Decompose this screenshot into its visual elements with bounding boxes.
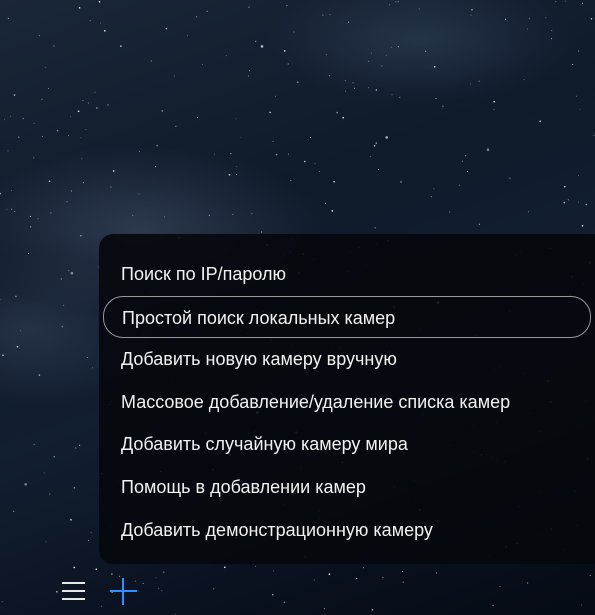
menu-item-label: Добавить случайную камеру мира — [121, 434, 408, 455]
bottom-toolbar — [0, 565, 595, 615]
menu-item-add-random-world-camera[interactable]: Добавить случайную камеру мира — [99, 423, 595, 466]
menu-item-label: Простой поиск локальных камер — [122, 307, 396, 328]
menu-item-label: Массовое добавление/удаление списка каме… — [121, 391, 511, 412]
add-camera-menu: Поиск по IP/паролю Простой поиск локальн… — [99, 234, 595, 564]
menu-item-label: Добавить демонстрационную камеру — [121, 519, 433, 540]
menu-item-help-adding-cameras[interactable]: Помощь в добавлении камер — [99, 466, 595, 509]
menu-item-label: Поиск по IP/паролю — [121, 264, 287, 284]
menu-item-search-ip-password[interactable]: Поиск по IP/паролю — [99, 253, 595, 296]
menu-item-label: Помощь в добавлении камер — [121, 476, 366, 497]
plus-icon[interactable] — [110, 578, 137, 605]
hamburger-menu-icon[interactable] — [62, 580, 86, 602]
menu-item-label: Добавить новую камеру вручную — [121, 349, 397, 370]
menu-item-simple-local-search[interactable]: Простой поиск локальных камер — [103, 295, 591, 339]
menu-item-add-demo-camera[interactable]: Добавить демонстрационную камеру — [99, 509, 595, 552]
menu-item-bulk-add-remove[interactable]: Массовое добавление/удаление списка каме… — [99, 381, 595, 424]
menu-item-add-camera-manually[interactable]: Добавить новую камеру вручную — [99, 338, 595, 381]
